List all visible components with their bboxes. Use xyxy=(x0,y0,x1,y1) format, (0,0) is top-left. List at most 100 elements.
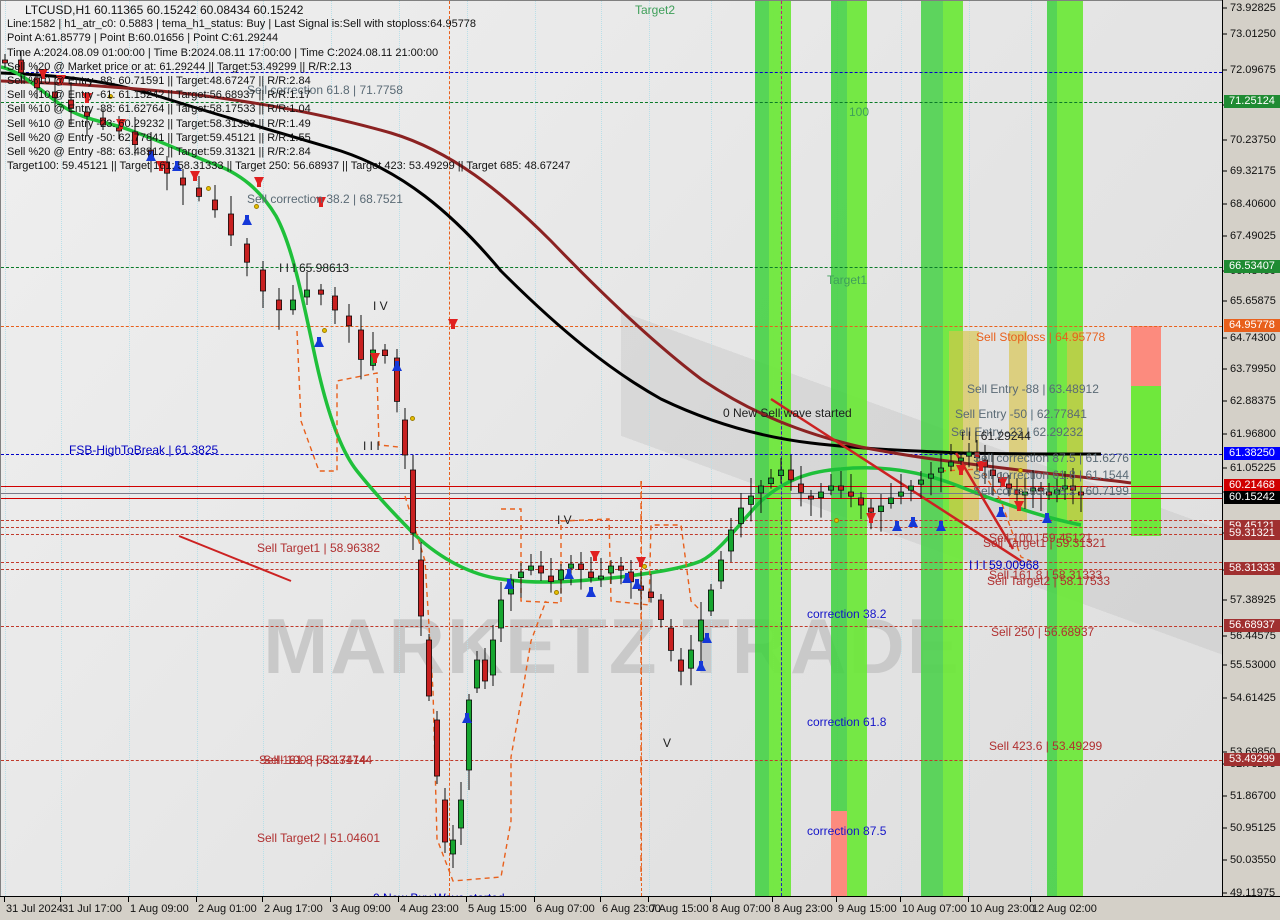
sell-arrow-down-6 xyxy=(254,177,264,187)
gridline-v-11 xyxy=(711,1,712,896)
price-tick-26: 50.03550 xyxy=(1223,853,1280,867)
annotation-21: Sell Target1 | 59.31321 xyxy=(983,536,1106,550)
signal-band-1 xyxy=(769,1,791,896)
buy-arrow-up-17 xyxy=(1042,513,1052,523)
annotation-33: Sell Target2 | 51.04601 xyxy=(257,831,380,845)
chart-info-header: LTCUSD,H1 60.11365 60.15242 60.08434 60.… xyxy=(7,3,570,173)
annotation-6: Target1 xyxy=(827,273,868,287)
price-tick-12: 62.88375 xyxy=(1223,394,1280,408)
price-tick-25: 50.95125 xyxy=(1223,821,1280,835)
buy-arrow-up-11 xyxy=(702,633,712,643)
info-line-2: Point A:61.85779 | Point B:60.01656 | Po… xyxy=(7,32,279,45)
annotation-7: Sell Stoploss | 64.95778 xyxy=(976,330,1106,344)
level-line-8 xyxy=(1,520,1222,521)
level-line-3 xyxy=(1,326,1222,327)
info-line-4: Sell %20 @ Market price or at: 61.29244 … xyxy=(7,60,352,73)
annotation-31: Sell 161.8 | 53.31744 xyxy=(259,753,373,767)
price-tick-13: 61.96800 xyxy=(1223,427,1280,441)
signal-band-4 xyxy=(921,1,943,896)
level-line-7 xyxy=(1,498,1222,499)
annotation-0: Target2 xyxy=(635,3,676,17)
vline-blue xyxy=(781,381,782,896)
signal-band-2 xyxy=(831,1,847,896)
price-tick-18: 57.38925 xyxy=(1223,593,1280,607)
buy-arrow-up-8 xyxy=(622,573,632,583)
buy-arrow-up-2 xyxy=(242,215,252,225)
price-badge-0: 71.25124 xyxy=(1224,95,1280,108)
annotation-9: Sell Entry -50 | 62.77841 xyxy=(955,407,1087,421)
info-line-10: Sell %20 @ Entry -88: 63.48912 || Target… xyxy=(7,146,311,159)
price-tick-6: 68.40600 xyxy=(1223,197,1280,211)
annotation-8: Sell Entry -88 | 63.48912 xyxy=(967,382,1099,396)
annotation-26: Sell 250 | 56.68937 xyxy=(991,625,1095,639)
chart-window: MARKETZ TRADE Target2 100 Sell correctio… xyxy=(0,0,1280,920)
annotation-27: V xyxy=(663,736,672,750)
price-tick-9: 65.65875 xyxy=(1223,294,1280,308)
signal-dot-4 xyxy=(410,416,415,421)
annotation-32: correction 87.5 xyxy=(807,824,887,838)
gridline-v-9 xyxy=(601,1,602,896)
price-badge-5: 60.15242 xyxy=(1224,491,1280,504)
info-line-5: Sell %10 @ Entry -88: 60.71591 || Target… xyxy=(7,75,311,88)
signal-band-6 xyxy=(1047,1,1057,896)
annotation-19: Sell Target1 | 58.96382 xyxy=(257,541,380,555)
info-line-3: Time A:2024.08.09 01:00:00 | Time B:2024… xyxy=(7,46,439,59)
chart-plot-area[interactable]: MARKETZ TRADE Target2 100 Sell correctio… xyxy=(0,0,1222,896)
buy-arrow-up-16 xyxy=(996,507,1006,517)
buy-arrow-up-7 xyxy=(586,587,596,597)
buy-arrow-up-12 xyxy=(462,713,472,723)
annotation-1: 100 xyxy=(849,105,870,119)
right-block-green xyxy=(1131,386,1161,536)
price-badge-8: 58.31333 xyxy=(1224,562,1280,575)
price-tick-4: 70.23750 xyxy=(1223,133,1280,147)
info-line-6: Sell %10 @ Entry -61: 61.15242 || Target… xyxy=(7,89,311,102)
sell-arrow-down-16 xyxy=(1014,501,1024,511)
buy-arrow-up-13 xyxy=(892,521,902,531)
signal-band-3 xyxy=(847,1,867,896)
sell-arrow-down-10 xyxy=(590,551,600,561)
price-tick-11: 63.79950 xyxy=(1223,362,1280,376)
price-tick-1: 73.01250 xyxy=(1223,27,1280,41)
level-line-2 xyxy=(1,267,1222,268)
price-tick-21: 54.61425 xyxy=(1223,691,1280,705)
vline-orange-2 xyxy=(641,481,642,896)
signal-dot-1 xyxy=(206,186,211,191)
price-tick-14: 61.05225 xyxy=(1223,461,1280,475)
signal-dot-6 xyxy=(642,564,647,569)
gridline-v-10 xyxy=(649,1,650,896)
annotation-25: correction 38.2 xyxy=(807,607,887,621)
signal-dot-7 xyxy=(834,518,839,523)
info-line-8: Sell %10 @ Entry -23: 60.29232 || Target… xyxy=(7,117,311,130)
annotation-13: Sell correction 61.8 | 61.1544 xyxy=(973,468,1129,482)
sell-arrow-down-9 xyxy=(448,319,458,329)
buy-arrow-up-4 xyxy=(392,361,402,371)
price-tick-10: 64.74300 xyxy=(1223,331,1280,345)
annotation-24: Sell Target2 | 58.17533 xyxy=(987,574,1110,588)
annotation-5: I V xyxy=(373,299,388,313)
price-tick-20: 55.53000 xyxy=(1223,658,1280,672)
gridline-v-0 xyxy=(5,1,6,896)
annotation-11: I I | 61.29244 xyxy=(961,429,1031,443)
signal-band-0 xyxy=(755,1,769,896)
annotation-29: Sell 423.6 | 53.49299 xyxy=(989,739,1103,753)
annotation-28: correction 61.8 xyxy=(807,715,887,729)
gridline-v-14 xyxy=(901,1,902,896)
right-block-red xyxy=(1131,326,1161,386)
sell-arrow-down-8 xyxy=(370,353,380,363)
buy-arrow-up-14 xyxy=(908,517,918,527)
price-tick-0: 73.92825 xyxy=(1223,1,1280,15)
time-axis[interactable]: 31 Jul 2024 31 Jul 17:00 1 Aug 09:00 2 Aug … xyxy=(0,896,1280,920)
info-line-0: LTCUSD,H1 60.11365 60.15242 60.08434 60.… xyxy=(25,3,304,17)
buy-arrow-up-6 xyxy=(564,569,574,579)
buy-arrow-up-9 xyxy=(632,579,642,589)
info-line-9: Sell %20 @ Entry -50: 62.77841 || Target… xyxy=(7,131,311,144)
info-line-7: Sell %10 @ Entry -88: 61.62764 || Target… xyxy=(7,103,311,116)
price-tick-24: 51.86700 xyxy=(1223,789,1280,803)
info-line-1: Line:1582 | h1_atr_c0: 0.5883 | tema_h1_… xyxy=(7,18,477,31)
price-badge-3: 61.38250 xyxy=(1224,447,1280,460)
gridline-v-16 xyxy=(1031,1,1032,896)
price-axis[interactable]: 73.9282573.0125072.0967571.2332570.23750… xyxy=(1222,0,1280,899)
buy-arrow-up-3 xyxy=(314,337,324,347)
price-badge-7: 59.31321 xyxy=(1224,527,1280,540)
price-tick-5: 69.32175 xyxy=(1223,164,1280,178)
